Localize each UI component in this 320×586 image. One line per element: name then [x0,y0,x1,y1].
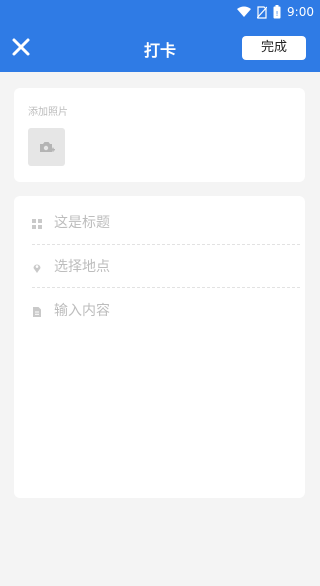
photo-section-label: 添加照片 [28,107,68,118]
photo-card: 添加照片 [14,88,305,182]
title-row [32,202,286,244]
status-bar: ! 9:00 [0,0,320,24]
done-button[interactable]: 完成 [242,36,306,60]
battery-icon: ! [273,5,281,19]
app-bar: 打卡 完成 [0,24,320,72]
no-sim-icon [257,5,268,19]
location-row[interactable]: 选择地点 [32,246,286,288]
document-icon [33,307,41,317]
content-input[interactable] [54,290,284,332]
title-input[interactable] [54,202,284,244]
wifi-icon [237,6,252,18]
camera-add-icon [39,142,55,152]
grid-icon [32,219,42,229]
form-card: 选择地点 [14,196,305,498]
location-pin-icon [33,264,41,273]
add-photo-button[interactable] [28,128,65,166]
status-time: 9:00 [287,5,314,19]
divider [32,244,300,245]
status-icons: ! 9:00 [237,4,314,20]
divider [32,287,300,288]
svg-text:!: ! [276,10,279,18]
content-row [32,290,286,332]
location-select[interactable]: 选择地点 [54,246,284,288]
